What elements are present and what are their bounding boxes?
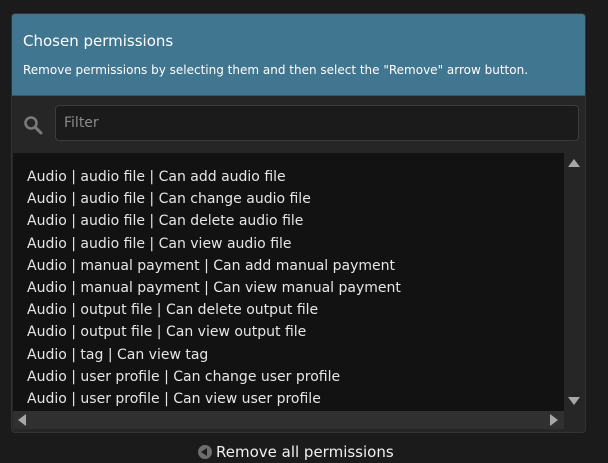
selector-header: Chosen permissions Remove permissions by… xyxy=(12,14,585,96)
selector-title: Chosen permissions xyxy=(23,32,174,50)
arrow-down-icon[interactable] xyxy=(568,397,580,405)
permission-option[interactable]: Audio | output file | Can view output fi… xyxy=(27,321,306,343)
remove-all-button[interactable]: Remove all permissions xyxy=(198,441,394,463)
vertical-scroll-thumb[interactable] xyxy=(567,171,581,393)
search-icon xyxy=(24,116,43,135)
permission-option[interactable]: Audio | user profile | Can view user pro… xyxy=(27,388,321,410)
remove-all-label: Remove all permissions xyxy=(216,443,394,461)
arrow-right-icon[interactable] xyxy=(550,414,558,426)
permission-option[interactable]: Audio | audio file | Can view audio file xyxy=(27,233,292,255)
permission-option[interactable]: Audio | audio file | Can change audio fi… xyxy=(27,188,311,210)
permission-option[interactable]: Audio | audio file | Can delete audio fi… xyxy=(27,210,303,232)
filter-input[interactable] xyxy=(55,105,579,141)
arrow-left-icon[interactable] xyxy=(18,414,26,426)
permission-option[interactable]: Audio | manual payment | Can view manual… xyxy=(27,277,401,299)
permission-option[interactable]: Audio | audio file | Can add audio file xyxy=(27,166,286,188)
scrollbar-corner xyxy=(564,411,584,429)
selector-help-text: Remove permissions by selecting them and… xyxy=(23,63,529,77)
chosen-permissions-selector: Chosen permissions Remove permissions by… xyxy=(11,13,586,433)
chevron-left-circle-icon xyxy=(198,445,212,459)
permission-option[interactable]: Audio | manual payment | Can add manual … xyxy=(27,255,395,277)
chosen-permissions-list[interactable]: Audio | audio file | Can add audio file A… xyxy=(13,153,564,411)
permission-option[interactable]: Audio | user profile | Can change user p… xyxy=(27,366,340,388)
horizontal-scrollbar[interactable] xyxy=(13,411,564,429)
vertical-scrollbar[interactable] xyxy=(564,153,584,411)
permission-option[interactable]: Audio | output file | Can delete output … xyxy=(27,299,318,321)
permission-option[interactable]: Audio | tag | Can view tag xyxy=(27,344,208,366)
filter-row xyxy=(12,96,585,152)
arrow-up-icon[interactable] xyxy=(568,159,580,167)
